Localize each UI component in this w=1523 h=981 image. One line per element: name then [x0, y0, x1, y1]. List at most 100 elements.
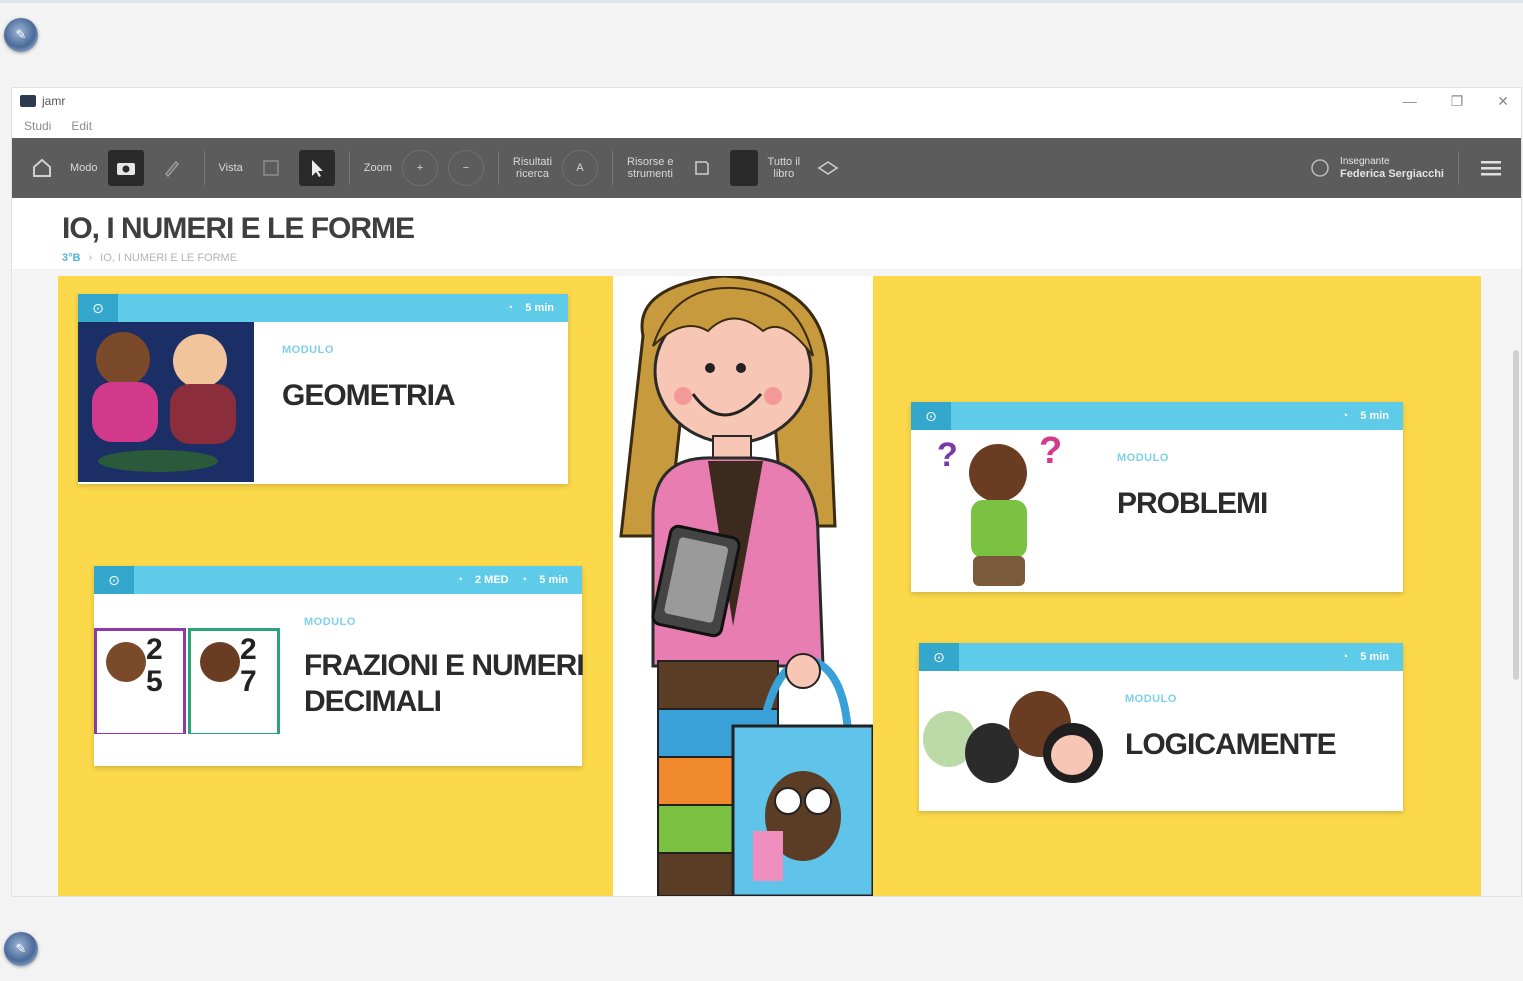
card-header: ⊙ ◔ 5 min [78, 294, 568, 322]
book-view-button[interactable] [810, 150, 846, 186]
center-illustration-panel [613, 276, 873, 896]
module-icon: ⊙ [78, 294, 118, 322]
text-button[interactable]: A [562, 150, 599, 186]
teacher-illustration [619, 276, 873, 896]
clock-icon: ◔ [506, 302, 514, 314]
card-title: FRAZIONI E NUMERI DECIMALI [304, 649, 585, 718]
grid-button[interactable] [253, 150, 289, 186]
mode-label: Modo [70, 162, 98, 174]
clock-icon: ◔ [1341, 651, 1349, 663]
breadcrumb-separator: › [88, 252, 93, 264]
card-text: MODULO PROBLEMI [1089, 430, 1268, 590]
top-edge-line [0, 0, 1523, 3]
menu-item-edit[interactable]: Edit [71, 119, 92, 133]
module-card-frazioni[interactable]: ⊙ ◔ 2 MED ◔ 5 min 25 27 MODULO FRAZIONI … [94, 566, 585, 766]
home-button[interactable] [24, 150, 60, 186]
card-text: MODULO FRAZIONI E NUMERI DECIMALI [284, 594, 585, 734]
zoom-in-icon: + [416, 162, 424, 174]
app-icon [20, 95, 36, 107]
zoom-label: Zoom [363, 162, 392, 174]
zoom-out-icon: − [462, 162, 470, 174]
module-icon: ⊙ [919, 643, 959, 671]
vertical-scrollbar[interactable] [1513, 350, 1519, 680]
toolbar-divider [1458, 151, 1459, 185]
card-thumbnail [78, 322, 254, 482]
resource-icon [694, 161, 709, 175]
resource-button[interactable] [684, 150, 720, 186]
card-meta: ◔ 5 min [1342, 643, 1389, 671]
module-card-logicamente[interactable]: ⊙ ◔ 5 min MODULO LOGICAMENTE [919, 643, 1403, 811]
clock-icon: ◔ [456, 574, 463, 586]
card-thumbnail: 25 27 [94, 594, 284, 734]
camera-button[interactable] [107, 150, 144, 186]
card-meta: ◔ 5 min [1342, 402, 1389, 430]
grid-icon [263, 160, 279, 176]
view-label: Vista [218, 162, 243, 174]
card-thumbnail: ? ? [911, 430, 1089, 590]
breadcrumb-current: IO, I NUMERI E LE FORME [100, 252, 238, 264]
zoom-in-button[interactable]: + [401, 150, 438, 186]
module-card-problemi[interactable]: ⊙ ◔ 5 min ? ? MODULO PROBLEMI [911, 402, 1403, 592]
zoom-out-button[interactable]: − [447, 150, 484, 186]
book-button[interactable] [729, 150, 758, 186]
cursor-button[interactable] [298, 150, 335, 186]
card-duration: 5 min [1360, 651, 1389, 663]
user-info[interactable]: Insegnante Federica Sergiacchi [1310, 150, 1509, 186]
toolbar-divider [203, 151, 205, 185]
camera-icon [116, 163, 135, 175]
menu-bar: Studi Edit [12, 114, 1521, 138]
toolbar: Modo Vista Zoom + − Risultati ricerca A … [12, 138, 1521, 198]
user-name: Federica Sergiacchi [1340, 168, 1444, 180]
menu-item-studi[interactable]: Studi [24, 119, 51, 133]
user-text: Insegnante Federica Sergiacchi [1340, 155, 1444, 181]
card-level: 2 MED [474, 574, 509, 586]
card-body: MODULO GEOMETRIA [78, 322, 568, 482]
toolbar-divider [612, 151, 614, 185]
card-header: ⊙ ◔ 2 MED ◔ 5 min [94, 566, 582, 594]
card-body: ? ? MODULO PROBLEMI [911, 430, 1403, 590]
pencil-button[interactable] [154, 150, 190, 186]
card-meta: ◔ 5 min [507, 294, 554, 322]
card-body: MODULO LOGICAMENTE [919, 671, 1403, 811]
home-icon [33, 158, 51, 177]
card-kicker: MODULO [282, 344, 334, 356]
card-duration: 5 min [525, 302, 554, 314]
card-kicker: MODULO [1125, 693, 1177, 705]
minimize-button[interactable]: — [1403, 93, 1417, 110]
card-body: 25 27 MODULO FRAZIONI E NUMERI DECIMALI [94, 594, 585, 734]
avatar[interactable]: ✎ [4, 18, 38, 52]
user-icon [1311, 159, 1329, 177]
content-area: ⊙ ◔ 5 min MODULO GEOMETRIA ⊙ ◔ 2 MED ◔ 5… [12, 270, 1521, 896]
clock-icon: ◔ [1341, 410, 1349, 422]
menu-button[interactable] [1473, 150, 1509, 186]
maximize-button[interactable]: ❐ [1451, 93, 1464, 110]
toolbar-divider [348, 151, 350, 185]
book-icon [817, 161, 839, 175]
breadcrumb: 3°B › IO, I NUMERI E LE FORME [62, 252, 1521, 264]
page-header: IO, I NUMERI E LE FORME 3°B › IO, I NUME… [12, 198, 1521, 270]
card-text: MODULO LOGICAMENTE [1109, 671, 1337, 811]
app-title: jamr [42, 94, 66, 108]
card-header: ⊙ ◔ 5 min [911, 402, 1403, 430]
text-icon: A [576, 162, 584, 174]
card-meta: ◔ 2 MED ◔ 5 min [456, 566, 568, 594]
pencil-icon [164, 160, 179, 178]
hamburger-menu-icon [1481, 161, 1501, 176]
avatar[interactable]: ✎ [4, 932, 38, 966]
card-duration: 5 min [1360, 410, 1389, 422]
close-button[interactable]: ✕ [1497, 93, 1509, 110]
module-card-geometria[interactable]: ⊙ ◔ 5 min MODULO GEOMETRIA [78, 294, 568, 484]
card-thumbnail [919, 671, 1109, 811]
card-title: LOGICAMENTE [1125, 728, 1337, 761]
card-text: MODULO GEOMETRIA [254, 322, 456, 482]
search-results-label: Risultati ricerca [512, 156, 553, 180]
title-bar: jamr — ❐ ✕ [12, 88, 1521, 114]
toolbar-divider [497, 151, 499, 185]
user-role: Insegnante [1340, 156, 1390, 167]
card-title: GEOMETRIA [282, 379, 456, 412]
card-kicker: MODULO [304, 616, 356, 628]
breadcrumb-home[interactable]: 3°B [62, 252, 80, 264]
window-controls: — ❐ ✕ [1403, 93, 1513, 110]
card-header: ⊙ ◔ 5 min [919, 643, 1403, 671]
card-title: PROBLEMI [1117, 487, 1268, 520]
